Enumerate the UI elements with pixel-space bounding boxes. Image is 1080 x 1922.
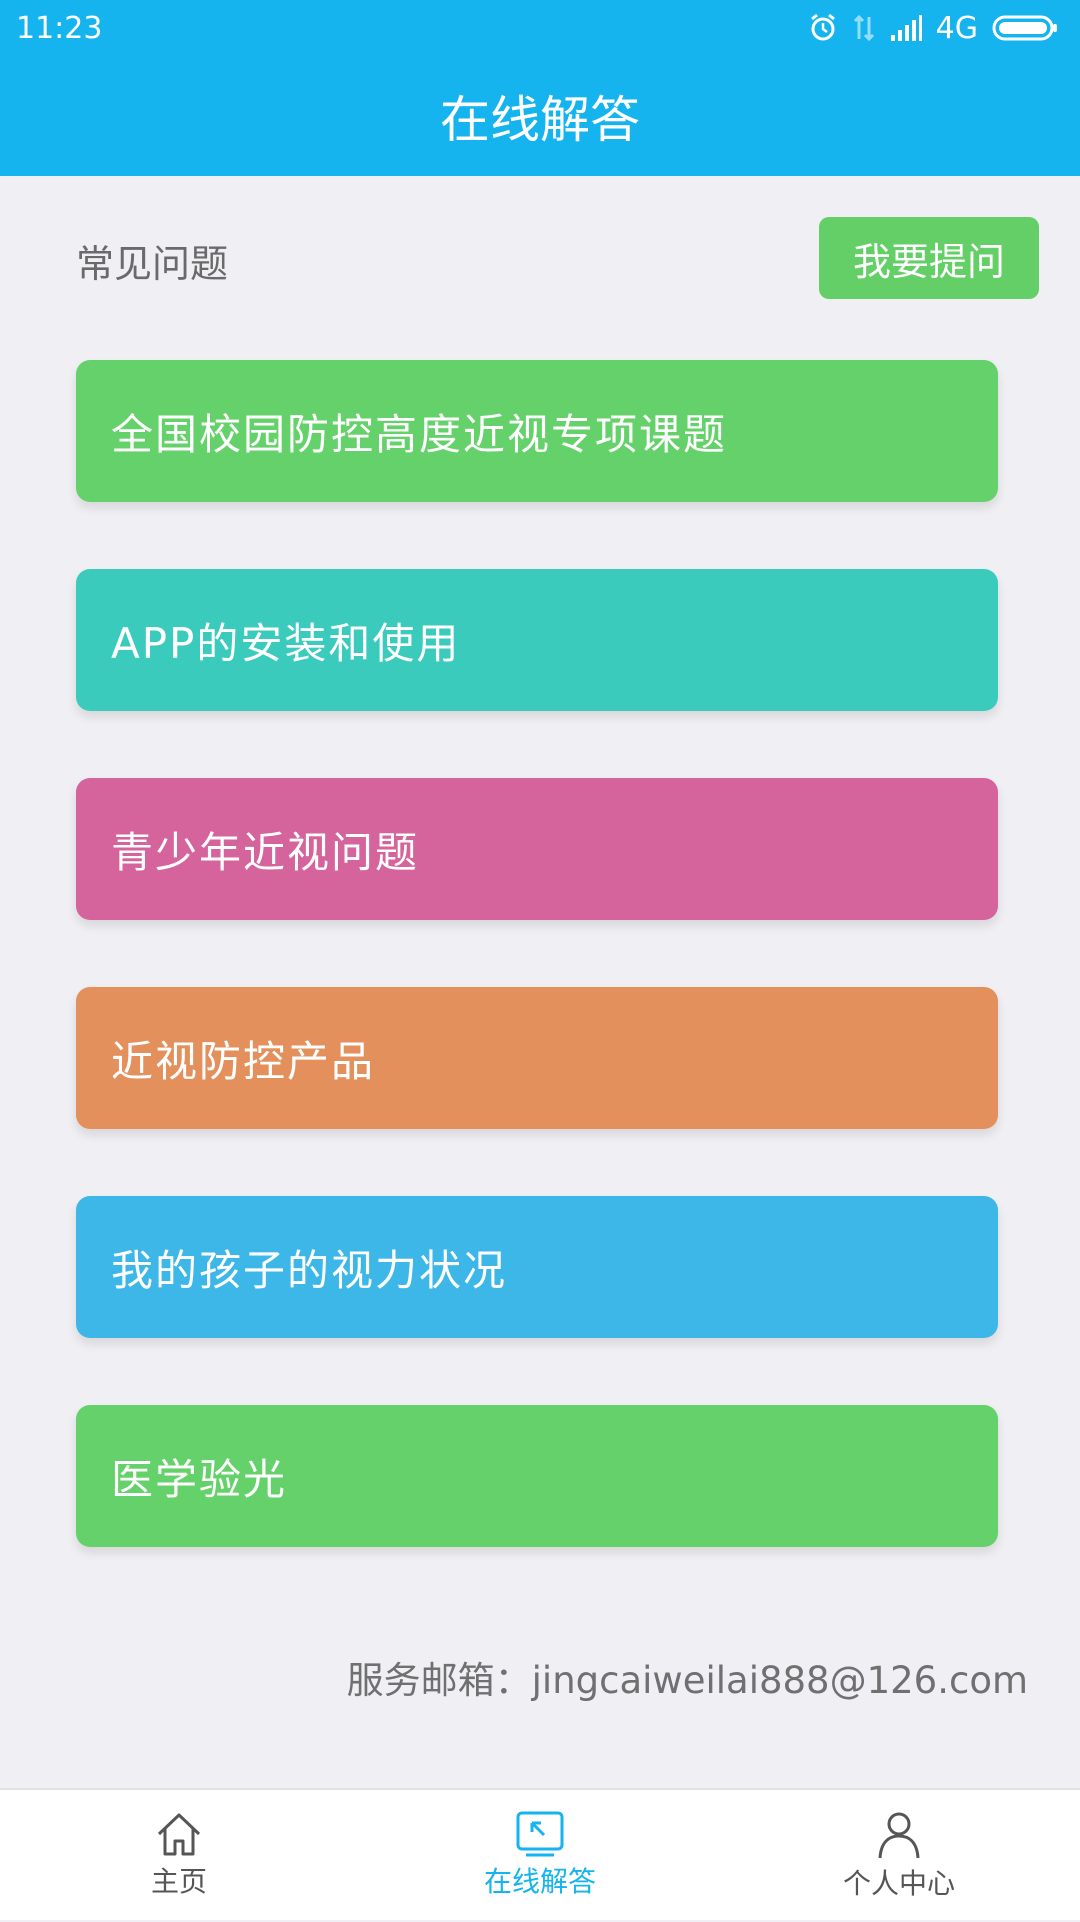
app-header: 在线解答 (0, 56, 1080, 176)
nav-label-home: 主页 (150, 1865, 207, 1898)
faq-item-label: 我的孩子的视力状况 (111, 1245, 508, 1295)
faq-item-0[interactable]: 全国校园防控高度近视专项课题 (76, 360, 998, 502)
alarm-icon (810, 13, 835, 41)
nav-item-home[interactable]: 主页 (79, 1790, 279, 1922)
answer-icon (516, 1811, 564, 1857)
network-type: 4G (935, 10, 978, 46)
status-icons: 4G (808, 11, 1058, 46)
faq-item-label: APP的安装和使用 (111, 618, 461, 668)
person-icon (878, 1812, 920, 1859)
battery-icon (992, 15, 1057, 41)
nav-item-answer[interactable]: 在线解答 (440, 1790, 640, 1922)
status-time: 11:23 (16, 10, 103, 46)
faq-item-4[interactable]: 我的孩子的视力状况 (76, 1196, 998, 1338)
faq-item-label: 青少年近视问题 (111, 827, 420, 877)
page-title: 在线解答 (440, 91, 640, 149)
faq-item-label: 全国校园防控高度近视专项课题 (111, 409, 728, 459)
faq-section-header: 常见问题 我要提问 (0, 176, 1080, 336)
bottom-nav: 主页 在线解答 个人中心 (0, 1788, 1080, 1920)
faq-item-3[interactable]: 近视防控产品 (76, 987, 998, 1129)
home-icon (157, 1813, 201, 1856)
faq-item-label: 近视防控产品 (111, 1036, 376, 1086)
nav-item-profile[interactable]: 个人中心 (799, 1790, 999, 1922)
faq-item-5[interactable]: 医学验光 (76, 1405, 998, 1547)
status-bar: 11:23 4G (0, 0, 1080, 56)
service-email: 服务邮箱：jingcaiweilai888@126.com (346, 1659, 1028, 1702)
section-title: 常见问题 (76, 242, 229, 286)
signal-icon (890, 15, 922, 41)
faq-item-2[interactable]: 青少年近视问题 (76, 778, 998, 920)
nav-label-answer: 在线解答 (483, 1865, 596, 1898)
data-arrows-icon (853, 14, 874, 42)
nav-label-profile: 个人中心 (842, 1867, 955, 1900)
faq-item-label: 医学验光 (111, 1454, 288, 1504)
ask-question-button[interactable]: 我要提问 (819, 217, 1039, 299)
faq-item-1[interactable]: APP的安装和使用 (76, 569, 998, 711)
